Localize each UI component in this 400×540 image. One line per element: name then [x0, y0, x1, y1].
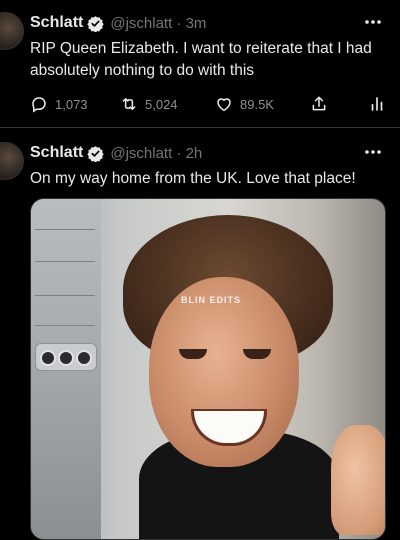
analytics-icon [371, 97, 383, 111]
air-vents [35, 343, 97, 371]
reply-count: 1,073 [55, 96, 88, 112]
tweet-header: Schlatt @jschlatt · 2h [30, 143, 202, 163]
panel-seam [35, 229, 95, 230]
more-dots-icon[interactable] [364, 14, 382, 30]
more-dots-icon[interactable] [364, 144, 382, 160]
watermark: BLIN EDITS [181, 295, 242, 305]
handle-and-time: @jschlatt · 3m [110, 14, 207, 32]
verified-badge-icon [87, 145, 105, 162]
retweet-button[interactable]: 5,024 [120, 94, 178, 114]
verified-badge-icon [87, 15, 105, 32]
tweet-text: On my way home from the UK. Love that pl… [30, 170, 356, 187]
retweet-count: 5,024 [145, 96, 178, 112]
vent [40, 350, 56, 366]
analytics-button[interactable] [368, 94, 393, 114]
divider [0, 127, 400, 128]
heart-icon [217, 98, 231, 112]
panel-seam [35, 261, 95, 262]
reply-button[interactable]: 1,073 [30, 94, 88, 114]
like-button[interactable]: 89.5K [215, 94, 274, 114]
display-name[interactable]: Schlatt [30, 14, 83, 32]
thumbs-up-hand [331, 425, 385, 535]
vent [58, 350, 74, 366]
tweet-actions: 1,073 5,024 89.5K [30, 94, 390, 114]
display-name[interactable]: Schlatt [30, 144, 83, 162]
avatar[interactable] [0, 12, 24, 50]
share-icon [312, 96, 326, 111]
tweet[interactable]: Schlatt @jschlatt · 3m RIP Queen Elizabe… [0, 0, 400, 128]
tweet-header: Schlatt @jschlatt · 3m [30, 13, 206, 33]
panel-seam [35, 295, 95, 296]
tweet-text: RIP Queen Elizabeth. I want to reiterate… [30, 40, 372, 79]
airplane-wall-panel [31, 199, 101, 539]
vent [76, 350, 92, 366]
retweet-icon [122, 98, 136, 110]
avatar[interactable] [0, 142, 24, 180]
like-count: 89.5K [240, 96, 274, 112]
tweet-media-photo[interactable]: BLIN EDITS [30, 198, 386, 540]
tweet[interactable]: Schlatt @jschlatt · 2h On my way home fr… [0, 130, 400, 540]
panel-seam [35, 325, 95, 326]
share-button[interactable] [310, 94, 335, 114]
handle-and-time: @jschlatt · 2h [110, 144, 203, 162]
reply-icon [32, 97, 46, 113]
